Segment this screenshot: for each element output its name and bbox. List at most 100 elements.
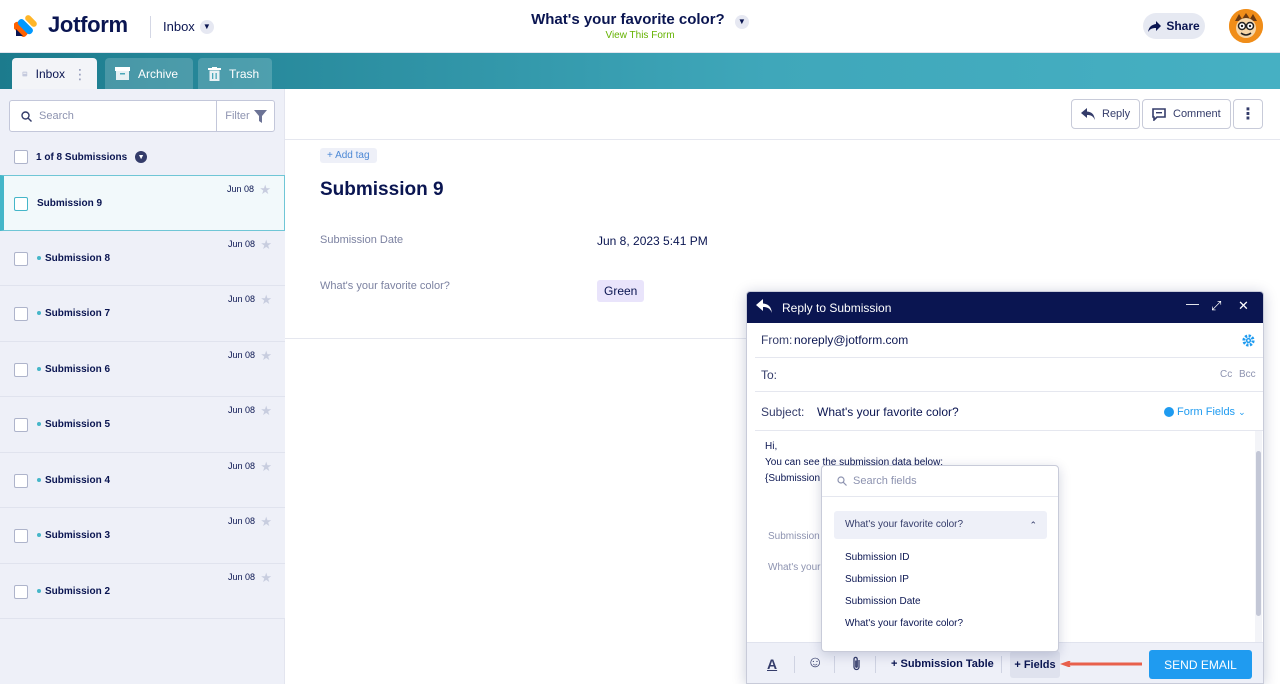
submission-row[interactable]: Submission 8 Jun 08 ★ (0, 230, 285, 286)
more-options-icon[interactable]: ⋮ (1233, 99, 1263, 129)
comment-button[interactable]: Comment (1142, 99, 1231, 129)
avatar-image-icon (1229, 9, 1263, 43)
from-value: noreply@jotform.com (794, 333, 909, 347)
chevron-down-icon[interactable]: ▼ (135, 151, 148, 163)
submission-row-date: Jun 08 (227, 571, 255, 582)
form-title[interactable]: What's your favorite color? ▼ (0, 11, 1280, 29)
top-bar: Jotform Inbox ▼ What's your favorite col… (0, 0, 1280, 53)
row-checkbox[interactable] (14, 307, 28, 321)
reply-button[interactable]: Reply (1071, 99, 1141, 129)
submission-row[interactable]: Submission 5 Jun 08 ★ (0, 397, 285, 453)
divider (285, 139, 1280, 140)
share-icon (1148, 20, 1162, 32)
unread-dot-icon (37, 311, 41, 315)
row-checkbox[interactable] (14, 584, 28, 599)
scrollbar-thumb[interactable] (1256, 451, 1261, 616)
field-label: Submission Date (320, 234, 404, 246)
text-format-icon[interactable]: A (767, 656, 777, 672)
annotation-arrow-icon (1060, 661, 1142, 667)
subject-value[interactable]: What's your favorite color? (817, 405, 959, 419)
filter-label: Filter (225, 110, 250, 122)
share-button[interactable]: Share (1143, 13, 1205, 39)
submission-row[interactable]: Submission 6 Jun 08 ★ (0, 341, 285, 397)
from-label: From: (761, 333, 793, 347)
to-row[interactable]: To: Cc Bcc (755, 358, 1263, 392)
star-icon[interactable]: ★ (260, 292, 272, 308)
row-checkbox[interactable] (14, 251, 28, 266)
row-checkbox[interactable] (14, 362, 28, 377)
submission-row[interactable]: Submission 2 Jun 08 ★ (0, 563, 285, 619)
star-icon[interactable]: ★ (260, 570, 272, 586)
field-option[interactable]: Submission Date (845, 596, 921, 607)
chevron-up-icon: ⌃ (1029, 520, 1037, 530)
gear-icon[interactable] (1242, 334, 1255, 347)
divider (822, 496, 1058, 497)
inbox-icon (22, 71, 28, 76)
unread-dot-icon (37, 366, 41, 371)
body-faded-line: What's your (768, 562, 821, 573)
body-scrollbar[interactable] (1255, 431, 1262, 642)
minimize-icon[interactable]: — (1186, 296, 1199, 311)
chevron-down-icon: ▼ (734, 14, 749, 29)
field-option[interactable]: Submission IP (845, 574, 909, 585)
cc-link[interactable]: Cc (1220, 369, 1232, 380)
form-title-text: What's your favorite color? (531, 11, 725, 28)
search-box[interactable]: Search Filter (9, 100, 275, 132)
avatar[interactable] (1229, 9, 1263, 43)
field-group-header[interactable]: What's your favorite color? ⌃ (834, 511, 1047, 539)
archive-icon (115, 67, 130, 80)
attachment-icon[interactable] (852, 656, 861, 671)
star-icon[interactable]: ★ (260, 348, 272, 364)
star-icon[interactable]: ★ (260, 403, 272, 419)
submission-row[interactable]: Submission 7 Jun 08 ★ (0, 286, 285, 342)
submission-row[interactable]: Submission 4 Jun 08 ★ (0, 452, 285, 508)
divider (285, 338, 755, 339)
bcc-link[interactable]: Bcc (1239, 369, 1256, 380)
send-email-button[interactable]: SEND EMAIL (1149, 650, 1252, 679)
body-line: {Submission (765, 473, 821, 484)
reply-icon (756, 299, 772, 313)
search-fields-input[interactable]: Search fields (853, 475, 917, 487)
row-checkbox[interactable] (14, 473, 28, 488)
close-icon[interactable]: ✕ (1238, 298, 1249, 314)
select-all-checkbox[interactable] (14, 150, 28, 164)
search-input[interactable]: Search (39, 110, 74, 122)
add-tag-button[interactable]: + Add tag (320, 148, 377, 163)
submission-row-label: Submission 3 (45, 530, 111, 541)
submission-sidebar: Search Filter 1 of 8 Submissions ▼ Submi… (0, 89, 285, 684)
submission-table-button[interactable]: + Submission Table (891, 658, 994, 670)
fields-button[interactable]: + Fields (1010, 651, 1060, 678)
expand-icon[interactable]: ⤢ (1211, 298, 1221, 314)
star-icon[interactable]: ★ (260, 459, 272, 475)
tab-trash[interactable]: Trash (198, 58, 272, 89)
tab-options-icon[interactable]: ⋮ (73, 67, 87, 81)
row-checkbox[interactable] (14, 197, 28, 211)
emoji-icon[interactable]: ☺ (807, 654, 823, 672)
star-icon[interactable]: ★ (259, 182, 271, 198)
chevron-down-icon: ⌄ (1238, 406, 1246, 417)
submission-row-date: Jun 08 (226, 184, 254, 194)
field-option[interactable]: Submission ID (845, 552, 909, 563)
reply-icon (1081, 108, 1095, 120)
tab-archive[interactable]: Archive (105, 58, 193, 89)
search-icon (837, 476, 847, 486)
fields-popup: Search fields What's your favorite color… (821, 465, 1059, 652)
submission-row[interactable]: Submission 3 Jun 08 ★ (0, 508, 285, 564)
body-faded-line: Submission (768, 531, 820, 542)
reply-modal-title: Reply to Submission (782, 301, 892, 315)
star-icon[interactable]: ★ (260, 514, 272, 530)
field-option[interactable]: What's your favorite color? (845, 618, 963, 629)
row-checkbox[interactable] (14, 418, 28, 432)
tab-archive-label: Archive (138, 66, 179, 81)
form-fields-dropdown[interactable]: Form Fields ⌄ (1164, 406, 1246, 418)
comment-icon (1152, 107, 1166, 121)
tab-inbox[interactable]: Inbox ⋮ (12, 58, 97, 89)
subject-label: Subject: (761, 405, 805, 419)
row-checkbox[interactable] (14, 529, 28, 543)
divider (1001, 656, 1002, 673)
star-icon[interactable]: ★ (260, 237, 272, 253)
filter-button[interactable]: Filter (216, 101, 275, 131)
view-form-link[interactable]: View This Form (0, 30, 1280, 41)
subject-row[interactable]: Subject: What's your favorite color? For… (755, 392, 1263, 431)
submission-row[interactable]: Submission 9 Jun 08 ★ (0, 175, 285, 231)
